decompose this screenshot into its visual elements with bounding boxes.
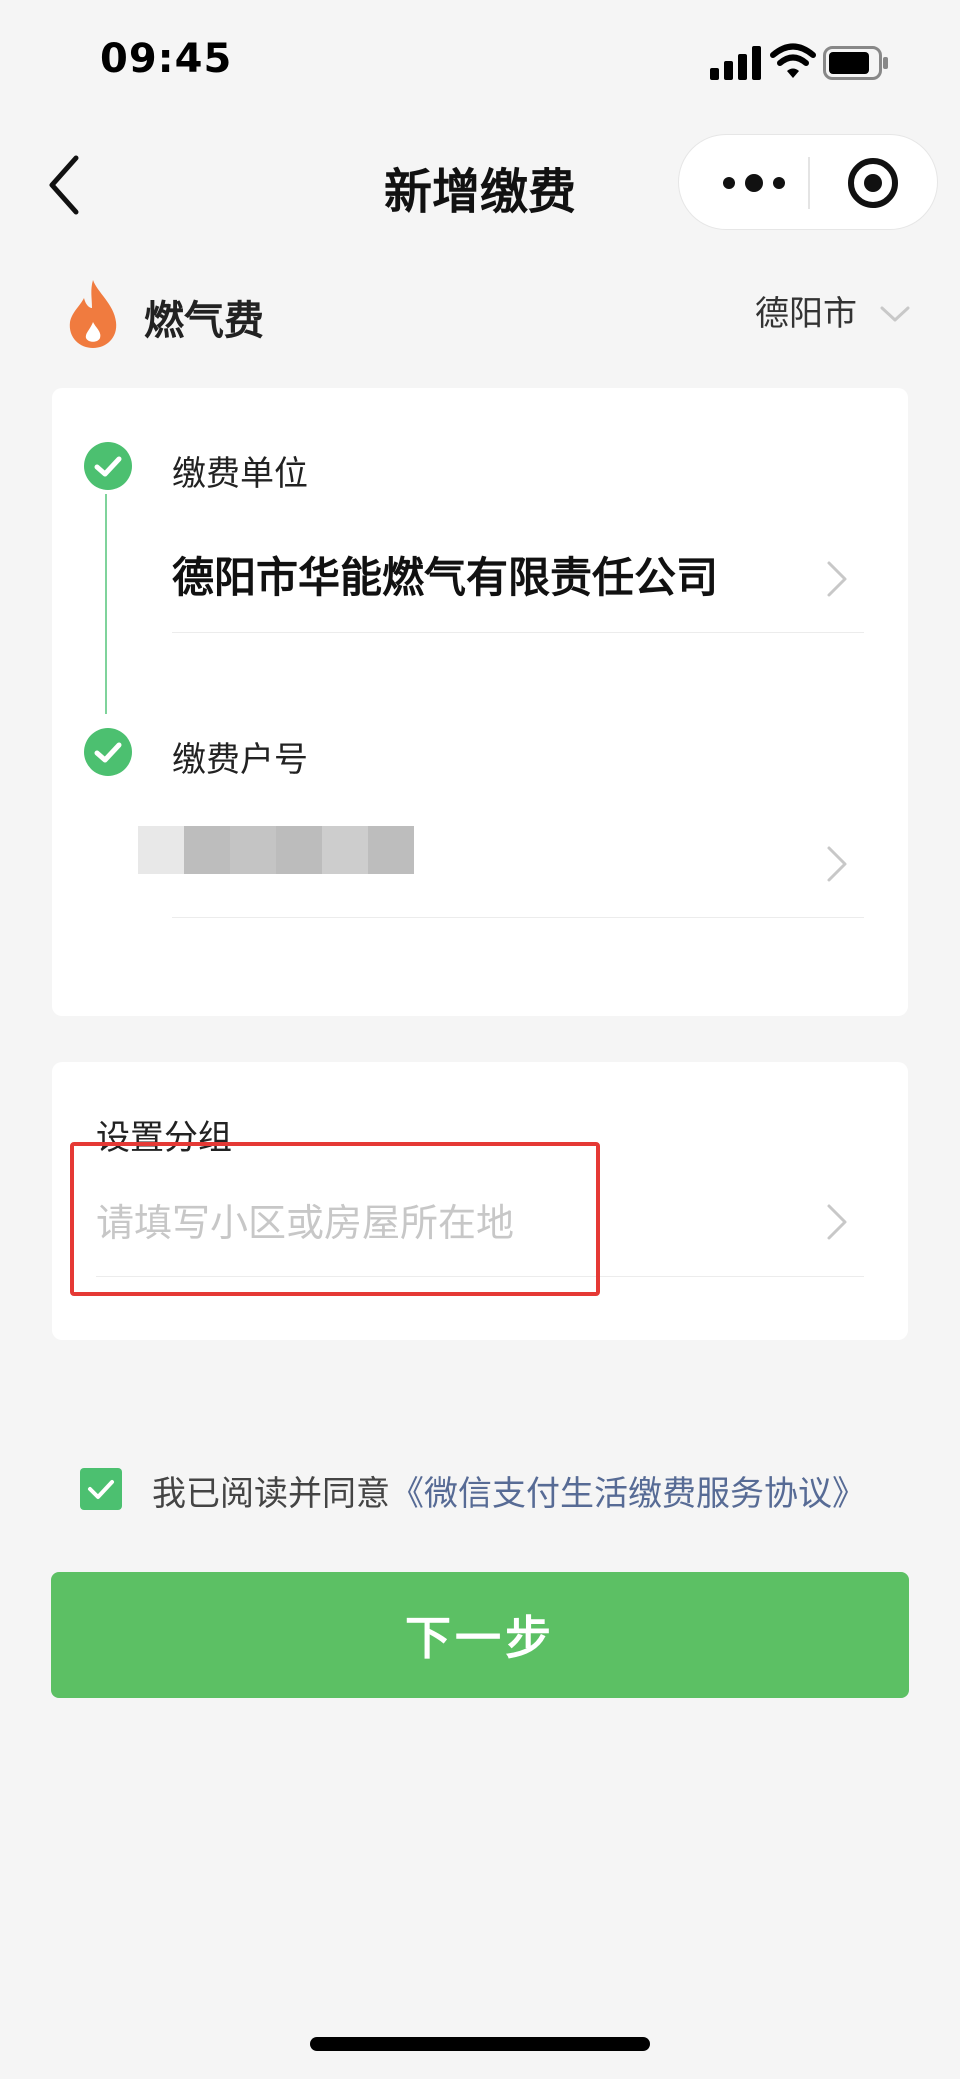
gas-flame-icon <box>69 280 117 348</box>
status-time: 09:45 <box>100 36 233 82</box>
payment-unit-value[interactable]: 德阳市华能燃气有限责任公司 <box>172 544 718 605</box>
agreement-checkbox[interactable] <box>80 1468 122 1510</box>
home-indicator <box>310 2037 650 2051</box>
next-step-button[interactable]: 下一步 <box>51 1572 909 1698</box>
checkmark-icon <box>88 1480 114 1499</box>
chevron-down-icon[interactable] <box>878 300 912 326</box>
close-mini-program-icon[interactable] <box>847 157 899 209</box>
signal-icon <box>710 46 761 80</box>
step-connector <box>105 494 107 714</box>
check-circle-icon <box>84 442 132 490</box>
chevron-right-icon[interactable] <box>824 843 850 885</box>
agreement-text: 我已阅读并同意《微信支付生活缴费服务协议》 <box>152 1466 866 1515</box>
capsule-divider <box>808 157 810 209</box>
highlight-annotation-box <box>70 1142 600 1296</box>
payment-unit-divider <box>172 632 864 633</box>
account-number-redacted[interactable] <box>138 826 414 874</box>
agreement-prefix: 我已阅读并同意 <box>152 1474 390 1514</box>
category-label: 燃气费 <box>144 298 264 344</box>
chevron-right-icon[interactable] <box>824 558 850 600</box>
account-number-label: 缴费户号 <box>172 740 308 780</box>
account-number-divider <box>172 917 864 918</box>
city-selector[interactable]: 德阳市 <box>755 286 857 335</box>
more-options-icon[interactable] <box>719 165 789 201</box>
chevron-right-icon[interactable] <box>824 1201 850 1243</box>
mini-program-capsule <box>678 134 938 230</box>
battery-icon <box>823 46 888 80</box>
payment-unit-label: 缴费单位 <box>172 454 308 494</box>
wifi-icon <box>770 43 816 78</box>
agreement-link[interactable]: 《微信支付生活缴费服务协议》 <box>390 1474 866 1514</box>
check-circle-icon <box>84 728 132 776</box>
